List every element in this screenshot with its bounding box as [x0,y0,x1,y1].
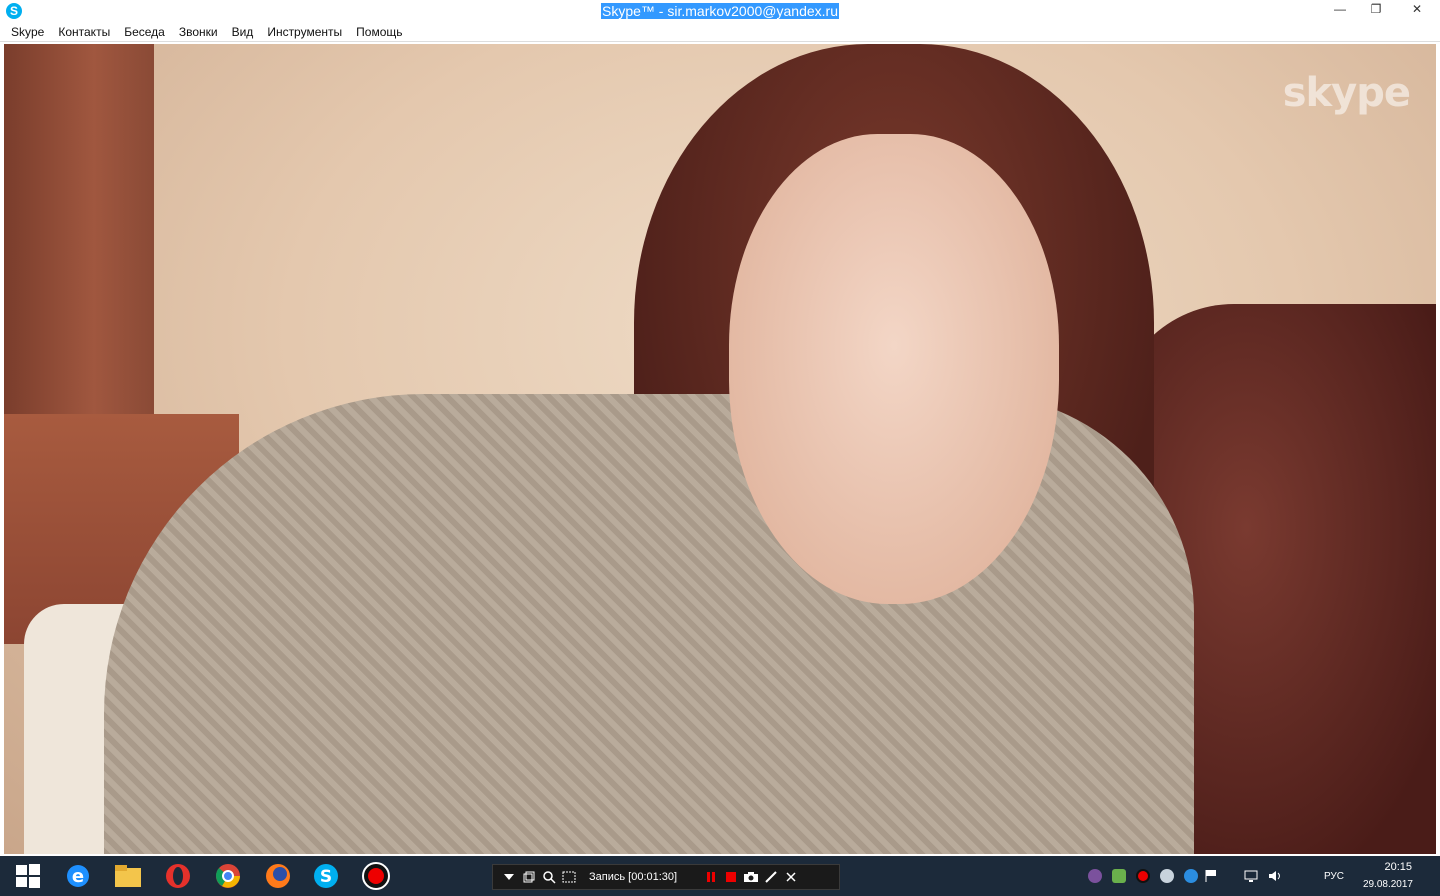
pen-icon[interactable] [761,868,781,886]
window-icon[interactable] [519,868,539,886]
recorder-icon[interactable] [356,860,396,892]
menu-bar: Skype Контакты Беседа Звонки Вид Инструм… [0,22,1440,42]
record-icon[interactable] [1136,869,1150,883]
firefox-icon[interactable] [258,860,298,892]
menu-contacts[interactable]: Контакты [51,22,117,42]
volume-icon[interactable] [1268,869,1282,883]
recorder-panel: Запись [00:01:30] [492,864,840,890]
dropdown-icon[interactable] [499,868,519,886]
video-feed: skype [4,44,1436,854]
camera-icon[interactable] [741,868,761,886]
menu-calls[interactable]: Звонки [172,22,225,42]
minimize-button[interactable]: — [1322,0,1358,18]
title-account: sir.markov2000@yandex.ru [667,3,838,19]
clock-time[interactable]: 20:15 [1384,861,1412,873]
viber-icon[interactable] [1088,869,1102,883]
window-title-text: Skype™ - sir.markov2000@yandex.ru [601,3,839,19]
close-button[interactable]: ✕ [1394,0,1440,18]
title-prefix: Skype™ - [602,3,668,19]
menu-view[interactable]: Вид [225,22,261,42]
restore-button[interactable]: ❐ [1358,0,1394,18]
close-icon[interactable] [781,868,801,886]
chrome-icon[interactable] [208,860,248,892]
network-icon[interactable] [1244,869,1258,883]
svg-text:S: S [320,867,332,887]
internet-explorer-icon[interactable]: e [58,860,98,892]
window-title: Skype™ - sir.markov2000@yandex.ru [0,3,1440,19]
windows-start-icon[interactable] [8,860,48,892]
menu-conversation[interactable]: Беседа [117,22,172,42]
svg-text:e: e [72,866,84,887]
clock-date[interactable]: 29.08.2017 [1363,879,1413,890]
region-icon[interactable] [559,868,579,886]
title-bar: S Skype™ - sir.markov2000@yandex.ru — ❐ … [0,0,1440,23]
video-face [729,134,1059,604]
menu-skype[interactable]: Skype [4,22,51,42]
chat-icon[interactable] [1112,869,1126,883]
stop-icon[interactable] [721,868,741,886]
language-indicator[interactable]: РУС [1324,871,1344,882]
browser-icon[interactable] [1184,869,1198,883]
skype-icon[interactable]: S [306,860,346,892]
pause-icon[interactable] [701,868,721,886]
file-explorer-icon[interactable] [108,860,148,892]
steam-icon[interactable] [1160,869,1174,883]
opera-icon[interactable] [158,860,198,892]
window-controls: — ❐ ✕ [1322,0,1440,20]
flag-icon[interactable] [1204,869,1218,883]
skype-watermark: skype [1282,70,1411,116]
zoom-icon[interactable] [539,868,559,886]
menu-help[interactable]: Помощь [349,22,409,42]
recording-status: Запись [00:01:30] [589,871,678,883]
menu-tools[interactable]: Инструменты [260,22,349,42]
